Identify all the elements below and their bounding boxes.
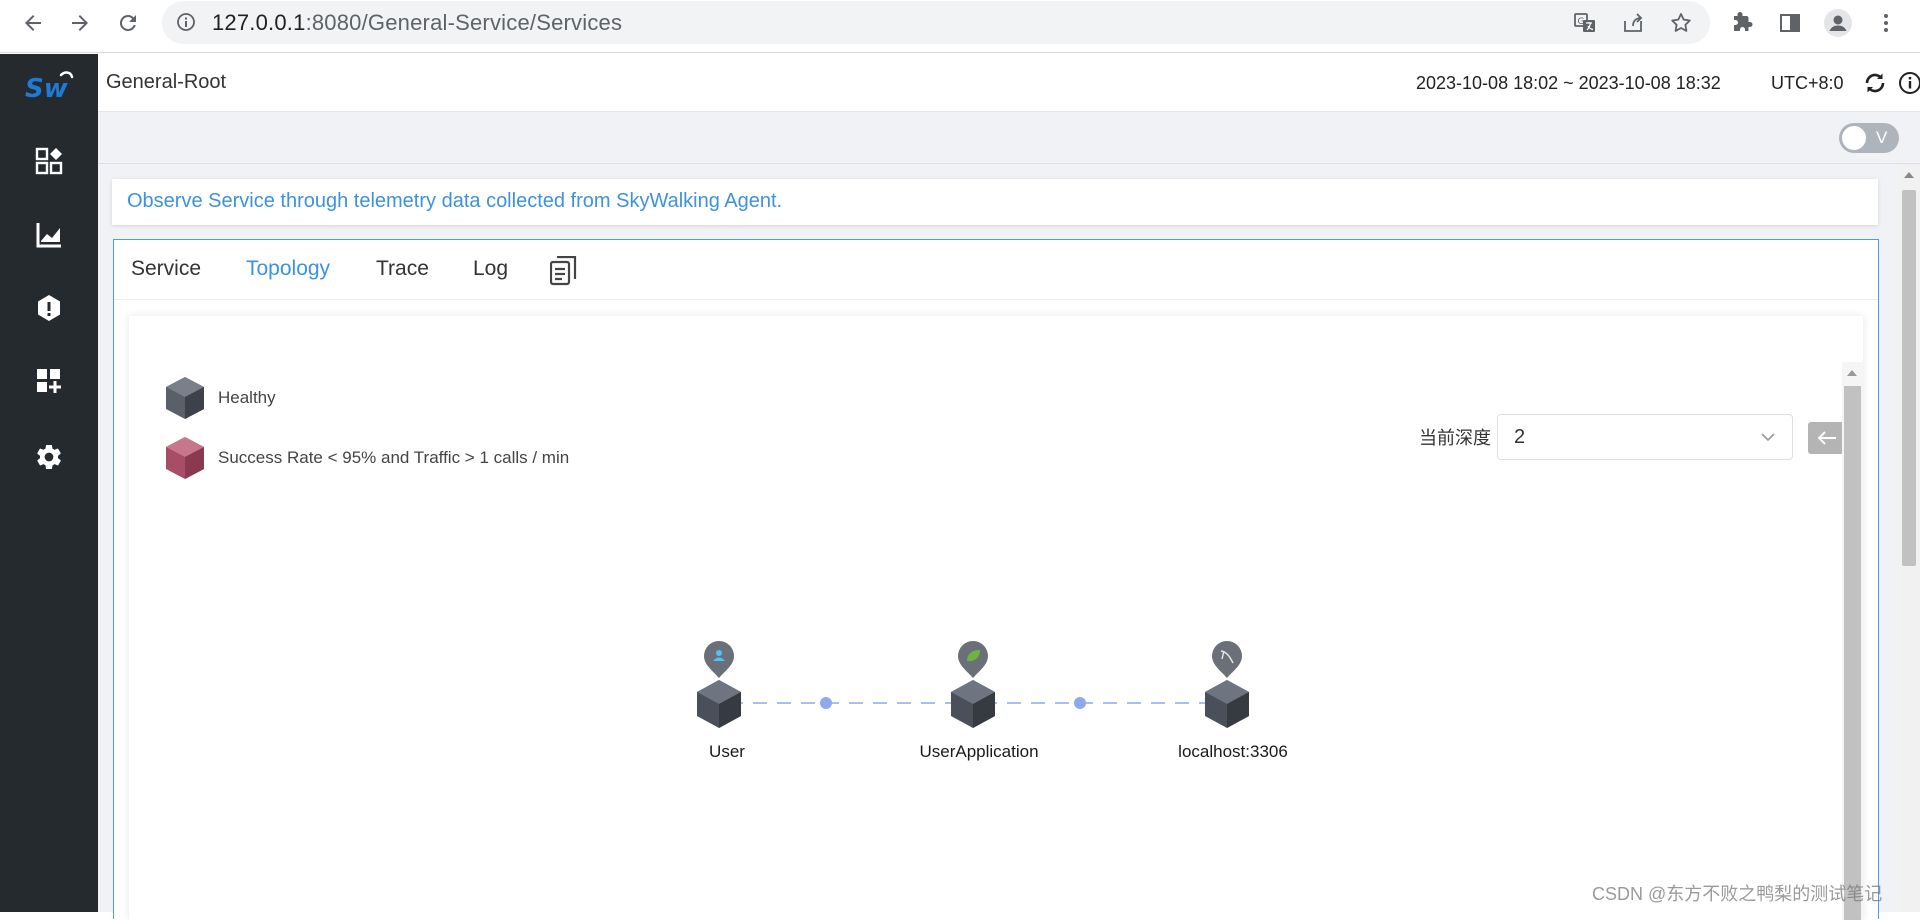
- link-midpoint[interactable]: [820, 697, 832, 709]
- node-label: localhost:3306: [1178, 742, 1288, 761]
- tab-log[interactable]: Log: [473, 257, 508, 281]
- translate-icon[interactable]: G: [1572, 10, 1598, 36]
- bookmark-star-icon[interactable]: [1668, 10, 1694, 36]
- tab-trace[interactable]: Trace: [376, 257, 429, 281]
- sidebar-item-marketplace[interactable]: [32, 144, 66, 178]
- description-card: Observe Service through telemetry data c…: [112, 179, 1878, 225]
- extensions-puzzle-icon[interactable]: [1727, 8, 1757, 38]
- copy-tab-icon[interactable]: [549, 255, 578, 286]
- toggle-label: V: [1876, 128, 1888, 147]
- mysql-type-icon: [1212, 641, 1242, 678]
- main-content: Observe Service through telemetry data c…: [98, 164, 1898, 920]
- sidebar-item-alerting[interactable]: [32, 291, 66, 325]
- sidebar: Sw: [0, 54, 98, 912]
- back-arrow-icon[interactable]: [16, 6, 50, 40]
- info-icon[interactable]: [1897, 70, 1920, 96]
- topology-link[interactable]: [983, 697, 1215, 709]
- timezone-label: UTC+8:0: [1771, 73, 1844, 93]
- forward-arrow-icon[interactable]: [63, 6, 97, 40]
- description-text: Observe Service through telemetry data c…: [127, 190, 783, 212]
- url-path: :8080/General-Service/Services: [305, 10, 623, 35]
- time-range-picker[interactable]: 2023-10-08 18:02 ~ 2023-10-08 18:32: [1416, 73, 1721, 94]
- reload-icon[interactable]: [111, 6, 145, 40]
- page-scroll-up-arrow-icon[interactable]: [1904, 172, 1914, 178]
- tab-bar: Service Topology Trace Log: [114, 240, 1878, 300]
- page-title: General-Root: [106, 71, 227, 93]
- topology-scrollbar-thumb[interactable]: [1844, 386, 1861, 920]
- app-header: General-Root 2023-10-08 18:02 ~ 2023-10-…: [98, 54, 1920, 112]
- sidebar-item-add-dashboard[interactable]: [32, 364, 66, 398]
- scroll-up-arrow-icon[interactable]: [1847, 370, 1857, 376]
- site-info-icon[interactable]: [176, 12, 196, 37]
- share-icon[interactable]: [1620, 10, 1646, 36]
- user-glyph: [716, 650, 722, 656]
- page-scrollbar-thumb[interactable]: [1902, 190, 1916, 566]
- watermark: CSDN @东方不败之鸭梨的测试笔记: [1592, 884, 1883, 904]
- refresh-icon[interactable]: [1862, 70, 1888, 96]
- profile-avatar-icon[interactable]: [1823, 8, 1853, 38]
- svg-text:Sw: Sw: [25, 74, 69, 103]
- node-label: User: [709, 742, 745, 761]
- dashboard-toolbar: V: [98, 112, 1920, 164]
- url-text: 127.0.0.1:8080/General-Service/Services: [212, 10, 622, 36]
- topology-node[interactable]: UserApplication: [919, 641, 1039, 761]
- topology-node[interactable]: User: [697, 641, 745, 761]
- tab-service[interactable]: Service: [131, 257, 201, 281]
- url-host: 127.0.0.1: [212, 10, 306, 35]
- topology-panel: Healthy Success Rate < 95% and Traffic >…: [129, 316, 1863, 920]
- browser-menu-icon[interactable]: [1871, 8, 1901, 38]
- address-bar[interactable]: 127.0.0.1:8080/General-Service/Services …: [162, 1, 1710, 44]
- topology-link[interactable]: [729, 697, 961, 709]
- skywalking-logo-icon[interactable]: Sw: [25, 67, 75, 104]
- sidebar-item-dashboards[interactable]: [32, 218, 66, 252]
- topology-graph: User UserApplication localhost:3306: [697, 641, 1288, 761]
- page-scrollbar[interactable]: [1898, 164, 1920, 912]
- sidebar-item-settings[interactable]: [32, 440, 66, 474]
- link-midpoint[interactable]: [1074, 697, 1086, 709]
- view-mode-toggle[interactable]: V: [1839, 123, 1899, 153]
- tab-widget: Service Topology Trace Log Healthy Succe…: [113, 239, 1879, 920]
- tab-topology[interactable]: Topology: [246, 257, 330, 281]
- toggle-knob: [1842, 126, 1866, 150]
- topology-scrollbar[interactable]: [1842, 362, 1863, 920]
- side-panel-icon[interactable]: [1775, 8, 1805, 38]
- node-label: UserApplication: [919, 742, 1038, 761]
- browser-toolbar: 127.0.0.1:8080/General-Service/Services …: [0, 0, 1920, 53]
- topology-node[interactable]: localhost:3306: [1178, 641, 1288, 761]
